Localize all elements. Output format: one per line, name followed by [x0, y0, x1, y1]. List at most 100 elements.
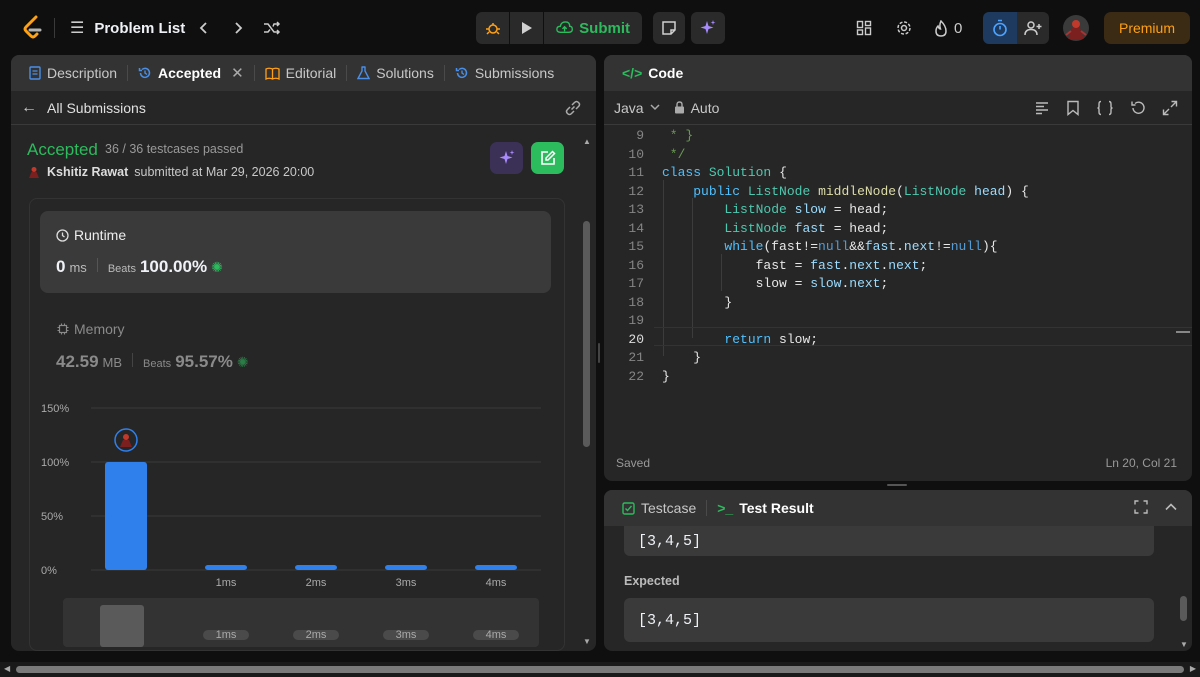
layout-button[interactable] [850, 14, 878, 42]
tab-test-result[interactable]: >_ Test Result [711, 490, 819, 526]
leetcode-logo-icon[interactable] [22, 15, 44, 41]
line-number: 15 [628, 239, 644, 254]
play-icon [521, 22, 532, 34]
link-icon[interactable] [564, 100, 582, 116]
code-line[interactable]: 10 */ [604, 147, 1184, 166]
streak-counter[interactable]: 0 [934, 14, 962, 42]
vertical-resize-handle[interactable] [598, 343, 600, 363]
random-problem-button[interactable] [258, 14, 286, 42]
bookmark-icon[interactable] [1066, 100, 1080, 116]
language-select[interactable]: Java [614, 100, 644, 116]
scroll-up-icon[interactable]: ▲ [583, 137, 591, 146]
settings-button[interactable] [890, 14, 918, 42]
scrollbar-thumb[interactable] [583, 221, 590, 447]
gear-icon [897, 21, 911, 35]
code-line[interactable]: 12 public ListNode middleNode(ListNode h… [604, 184, 1184, 203]
scroll-down-icon[interactable]: ▼ [1180, 640, 1188, 649]
tab-description[interactable]: Description [23, 55, 123, 91]
user-avatar[interactable] [1063, 15, 1089, 41]
tab-accepted[interactable]: Accepted ✕ [132, 55, 250, 91]
line-text: slow = slow.next; [755, 276, 889, 291]
code-line[interactable]: 13 ListNode slow = head; [604, 202, 1184, 221]
x-tick-label: 1ms [216, 577, 237, 589]
line-number: 11 [628, 165, 644, 180]
next-problem-button[interactable] [224, 14, 252, 42]
tab-code[interactable]: </> Code [616, 55, 689, 91]
run-button[interactable] [510, 12, 543, 44]
submission-panel: Description Accepted ✕ Editorial Solutio… [11, 55, 596, 651]
tab-divider [346, 65, 348, 81]
code-line[interactable]: 20 return slow; [604, 332, 1184, 351]
flask-icon [357, 66, 371, 80]
timer-button[interactable] [983, 12, 1017, 44]
tab-divider [443, 65, 445, 81]
sparkle-icon [499, 150, 514, 164]
notes-button[interactable] [653, 12, 685, 44]
close-tab-icon[interactable]: ✕ [231, 64, 244, 82]
prev-problem-button[interactable] [190, 14, 218, 42]
code-line[interactable]: 19 [604, 313, 1184, 332]
code-line[interactable]: 22} [604, 369, 1184, 388]
format-icon[interactable] [1034, 100, 1050, 116]
tab-submissions[interactable]: Submissions [449, 55, 560, 91]
scrollbar-thumb[interactable] [16, 666, 1184, 673]
problem-list-button[interactable]: ☰ Problem List [70, 14, 185, 42]
line-text: } [724, 294, 733, 310]
code-editor[interactable]: 9 * } 10 */11 class Solution {12 public Li… [604, 126, 1192, 446]
memory-header[interactable]: Memory [57, 321, 125, 337]
premium-button[interactable]: Premium [1104, 12, 1190, 44]
code-line[interactable]: 9 * } [604, 128, 1184, 147]
debug-button[interactable] [476, 12, 509, 44]
chevron-down-icon[interactable] [650, 104, 660, 111]
fullscreen-icon[interactable] [1134, 500, 1148, 514]
horizontal-scrollbar[interactable]: ◀ ▶ [0, 662, 1200, 677]
code-line[interactable]: 16 fast = fast.next.next; [604, 258, 1184, 277]
left-scrollbar[interactable]: ▲ ▼ [581, 135, 591, 651]
code-line[interactable]: 14 ListNode fast = head; [604, 221, 1184, 240]
sparkle-icon [700, 20, 716, 34]
tab-label: Editorial [285, 65, 337, 81]
submit-button[interactable]: Submit [544, 12, 642, 44]
runtime-distribution-chart[interactable]: 150% 100% 50% 0% 1ms 2ms 3ms 4ms 1ms 2ms 3ms 4ms [31, 385, 561, 647]
scroll-right-icon[interactable]: ▶ [1190, 664, 1196, 673]
history-icon [138, 67, 151, 79]
tab-label: Testcase [641, 500, 697, 516]
code-line[interactable]: 15 while(fast!=null&&fast.next!=null){ [604, 239, 1184, 258]
tab-editorial[interactable]: Editorial [259, 55, 343, 91]
analyze-ai-button[interactable] [490, 142, 523, 174]
code-line[interactable]: 11 class Solution { [604, 165, 1184, 184]
runtime-card[interactable]: Runtime 0 ms Beats 100.00% ✺ [40, 211, 551, 293]
tab-solutions[interactable]: Solutions [351, 55, 440, 91]
runtime-value: 0 [56, 257, 66, 276]
clap-icon: ✺ [211, 259, 223, 275]
edit-icon [540, 150, 556, 165]
expand-icon[interactable] [1162, 100, 1178, 116]
y-tick-label: 100% [41, 457, 69, 469]
all-submissions-link[interactable]: All Submissions [47, 100, 146, 116]
submit-label: Submit [579, 19, 630, 37]
tab-testcase[interactable]: Testcase [616, 490, 702, 526]
ai-assistant-button[interactable] [691, 12, 725, 44]
test-scrollbar-thumb[interactable] [1180, 596, 1187, 621]
submitter-name[interactable]: Kshitiz Rawat [47, 165, 128, 179]
code-title: Code [648, 65, 684, 81]
memory-beats-label: Beats [143, 358, 172, 370]
scroll-left-icon[interactable]: ◀ [4, 664, 10, 673]
list-icon: ☰ [70, 20, 85, 37]
code-icon: </> [622, 65, 643, 81]
auto-mode[interactable]: Auto [691, 100, 720, 116]
invite-user-button[interactable] [1017, 12, 1049, 44]
chip-icon [57, 323, 69, 335]
edit-solution-button[interactable] [531, 142, 564, 174]
back-arrow-icon[interactable]: ← [21, 99, 37, 117]
reset-icon[interactable] [1130, 100, 1146, 116]
code-line[interactable]: 17 slow = slow.next; [604, 276, 1184, 295]
code-line[interactable]: 18 } [604, 295, 1184, 314]
horizontal-resize-handle[interactable] [887, 484, 907, 486]
chevron-up-icon[interactable] [1164, 500, 1178, 514]
memory-value: 42.59 [56, 352, 99, 371]
braces-icon[interactable] [1096, 100, 1114, 116]
code-line[interactable]: 21 } [604, 350, 1184, 369]
line-text: while(fast!=null&&fast.next!=null){ [724, 239, 998, 254]
scroll-down-icon[interactable]: ▼ [583, 637, 591, 646]
